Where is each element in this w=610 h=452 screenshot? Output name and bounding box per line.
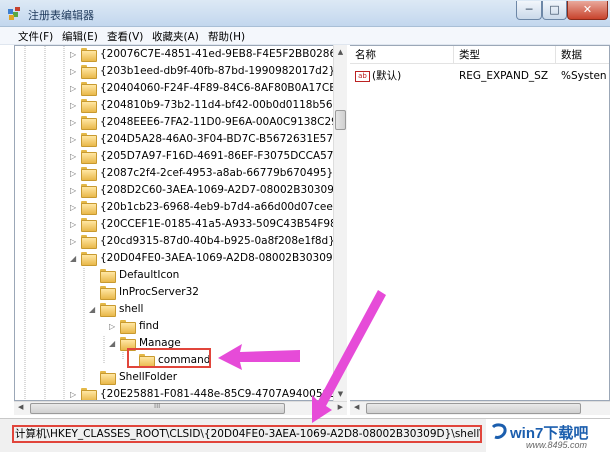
expand-arrow-icon[interactable]: ▷ — [70, 182, 79, 199]
expand-arrow-icon[interactable]: ▷ — [70, 97, 79, 114]
folder-open-icon — [100, 303, 116, 317]
expand-arrow-icon[interactable]: ▷ — [70, 165, 79, 182]
scroll-left-icon[interactable]: ◀ — [18, 403, 23, 411]
scroll-thumb[interactable] — [366, 403, 581, 414]
expand-arrow-icon[interactable]: ▷ — [70, 233, 79, 250]
column-header-data[interactable]: 数据 — [556, 46, 609, 64]
highlight-box — [127, 348, 211, 368]
minimize-button[interactable]: ─ — [516, 1, 542, 20]
column-header-type[interactable]: 类型 — [454, 46, 556, 64]
folder-icon — [81, 167, 97, 181]
collapse-arrow-icon[interactable]: ◢ — [89, 301, 98, 318]
status-bar: 计算机\HKEY_CLASSES_ROOT\CLSID\{20D04FE0-3A… — [0, 418, 610, 452]
folder-icon — [81, 201, 97, 215]
title-bar: 注册表编辑器 ─ □ ✕ — [0, 0, 610, 27]
folder-icon — [81, 388, 97, 400]
menu-view[interactable]: 查看(V) — [107, 29, 143, 44]
expand-arrow-icon[interactable]: ▷ — [70, 148, 79, 165]
scroll-right-icon[interactable]: ▶ — [338, 403, 343, 411]
menu-edit[interactable]: 编辑(E) — [62, 29, 98, 44]
string-value-icon: ab — [355, 70, 370, 82]
folder-icon — [100, 371, 116, 385]
maximize-button[interactable]: □ — [542, 1, 567, 20]
scroll-thumb[interactable] — [335, 110, 346, 130]
value-row-name[interactable]: ab (默认) — [355, 68, 401, 84]
column-header-name[interactable]: 名称 — [350, 46, 454, 64]
expand-arrow-icon[interactable]: ▷ — [70, 131, 79, 148]
folder-open-icon — [81, 252, 97, 266]
scroll-left-icon[interactable]: ◀ — [354, 403, 359, 411]
collapse-arrow-icon[interactable]: ◢ — [70, 250, 79, 267]
win7-logo-icon — [491, 423, 507, 439]
folder-icon — [81, 116, 97, 130]
values-list[interactable]: 名称 类型 数据 ab (默认) REG_EXPAND_SZ %Systen — [350, 45, 610, 401]
expand-arrow-icon[interactable]: ▷ — [70, 46, 79, 63]
scroll-down-icon[interactable]: ▼ — [334, 387, 347, 401]
scroll-up-icon[interactable]: ▲ — [334, 45, 347, 59]
logo-url: www.8495.com — [526, 440, 588, 450]
scroll-grip: III — [154, 402, 161, 410]
expand-arrow-icon[interactable]: ▷ — [109, 318, 118, 335]
folder-icon — [81, 48, 97, 62]
tree-vertical-scrollbar[interactable]: ▲ ▼ — [333, 45, 347, 401]
folder-icon — [81, 82, 97, 96]
folder-icon — [81, 184, 97, 198]
collapse-arrow-icon[interactable]: ◢ — [109, 335, 118, 352]
expand-arrow-icon[interactable]: ▷ — [70, 114, 79, 131]
menu-help[interactable]: 帮助(H) — [208, 29, 245, 44]
folder-icon — [81, 133, 97, 147]
status-path: 计算机\HKEY_CLASSES_ROOT\CLSID\{20D04FE0-3A… — [12, 425, 482, 443]
folder-icon — [81, 218, 97, 232]
window-title: 注册表编辑器 — [28, 9, 94, 22]
folder-icon — [81, 235, 97, 249]
menu-file[interactable]: 文件(F) — [18, 29, 53, 44]
expand-arrow-icon[interactable]: ▷ — [70, 63, 79, 80]
expand-arrow-icon[interactable]: ▷ — [70, 216, 79, 233]
expand-arrow-icon[interactable]: ▷ — [70, 386, 79, 400]
folder-icon — [120, 320, 136, 334]
menu-bar: 文件(F) 编辑(E) 查看(V) 收藏夹(A) 帮助(H) — [0, 27, 610, 45]
value-row-type: REG_EXPAND_SZ — [459, 70, 549, 82]
registry-editor-icon — [8, 7, 20, 20]
folder-icon — [81, 65, 97, 79]
expand-arrow-icon[interactable]: ▷ — [70, 199, 79, 216]
menu-favorites[interactable]: 收藏夹(A) — [152, 29, 199, 44]
expand-arrow-icon[interactable]: ▷ — [70, 80, 79, 97]
folder-icon — [81, 99, 97, 113]
watermark-logo: win7下载吧 www.8495.com — [486, 419, 610, 452]
folder-icon — [81, 150, 97, 164]
values-horizontal-scrollbar[interactable]: ◀ — [350, 401, 610, 415]
folder-icon — [100, 269, 116, 283]
tree-horizontal-scrollbar[interactable]: ◀ III ▶ — [14, 401, 347, 415]
folder-icon — [100, 286, 116, 300]
value-row-data: %Systen — [561, 70, 607, 82]
close-button[interactable]: ✕ — [567, 1, 608, 20]
